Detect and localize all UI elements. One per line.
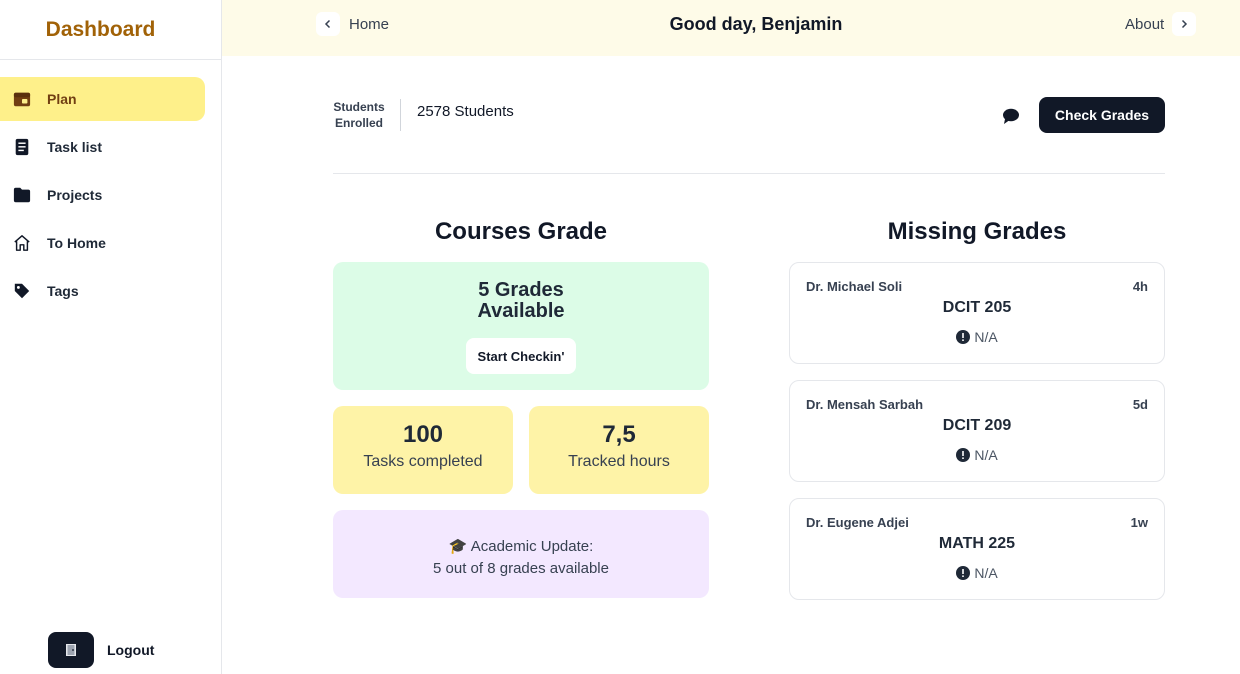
sidebar-item-label: Tags bbox=[47, 283, 79, 299]
logout-button[interactable]: Logout bbox=[48, 632, 154, 668]
alert-icon bbox=[956, 566, 971, 580]
folder-icon bbox=[12, 185, 32, 205]
enrolled-label: Students Enrolled bbox=[333, 100, 385, 130]
grades-available-card: 5 Grades Available Start Checkin' bbox=[333, 262, 709, 390]
course-code: MATH 225 bbox=[938, 535, 1016, 552]
academic-update-title: 🎓 Academic Update: bbox=[448, 538, 594, 555]
missing-grades-title: Missing Grades bbox=[887, 218, 1067, 245]
divider bbox=[333, 173, 1165, 174]
sidebar-item-plan[interactable]: Plan bbox=[0, 77, 205, 121]
enrolled-value: 2578 Students bbox=[417, 103, 514, 120]
greeting-title: Good day, Benjamin bbox=[669, 14, 843, 34]
sidebar-item-task-list[interactable]: Task list bbox=[0, 125, 205, 169]
divider bbox=[400, 99, 401, 131]
start-checkin-button[interactable]: Start Checkin' bbox=[466, 338, 576, 374]
sidebar-item-to-home[interactable]: To Home bbox=[0, 221, 205, 265]
sidebar: Dashboard Plan Task list Projects To Hom… bbox=[0, 0, 222, 674]
alert-icon bbox=[956, 448, 971, 462]
missing-grade-card[interactable]: Dr. Michael Soli 4h DCIT 205 N/A bbox=[789, 262, 1165, 364]
logout-label: Logout bbox=[107, 642, 155, 658]
tracked-hours-card: 7,5 Tracked hours bbox=[529, 406, 709, 494]
sidebar-item-label: Projects bbox=[47, 187, 103, 203]
about-label: About bbox=[1125, 15, 1165, 33]
courses-grade-title: Courses Grade bbox=[434, 218, 608, 245]
status-text: N/A bbox=[974, 447, 998, 463]
tag-icon bbox=[12, 281, 32, 301]
tasks-completed-card: 100 Tasks completed bbox=[333, 406, 513, 494]
stat-label: Tracked hours bbox=[568, 453, 670, 470]
grade-status: N/A bbox=[790, 329, 1164, 345]
lecturer-name: Dr. Mensah Sarbah bbox=[806, 397, 924, 412]
calendar-icon bbox=[12, 89, 32, 109]
status-text: N/A bbox=[974, 565, 998, 581]
time-ago: 5d bbox=[1132, 397, 1148, 412]
chevron-right-icon bbox=[1172, 12, 1197, 36]
sidebar-item-label: Plan bbox=[47, 91, 77, 107]
time-ago: 1w bbox=[1130, 515, 1148, 530]
time-ago: 4h bbox=[1132, 279, 1148, 294]
lecturer-name: Dr. Eugene Adjei bbox=[806, 515, 909, 530]
stat-value: 7,5 bbox=[602, 421, 636, 448]
course-code: DCIT 205 bbox=[942, 299, 1012, 316]
door-icon bbox=[48, 632, 94, 668]
academic-update-card: 🎓 Academic Update: 5 out of 8 grades ava… bbox=[333, 510, 709, 598]
topbar: Home Good day, Benjamin About bbox=[222, 0, 1240, 56]
course-code: DCIT 209 bbox=[942, 417, 1012, 434]
check-grades-button[interactable]: Check Grades bbox=[1039, 97, 1165, 133]
grade-status: N/A bbox=[790, 447, 1164, 463]
grades-available-text: 5 Grades Available bbox=[477, 279, 565, 322]
about-button[interactable]: About bbox=[1125, 12, 1197, 36]
brand: Dashboard bbox=[0, 0, 221, 60]
alert-icon bbox=[956, 330, 971, 344]
sidebar-item-label: Task list bbox=[47, 139, 102, 155]
sidebar-item-tags[interactable]: Tags bbox=[0, 269, 205, 313]
grade-status: N/A bbox=[790, 565, 1164, 581]
brand-title: Dashboard bbox=[45, 17, 156, 41]
chat-icon[interactable] bbox=[1001, 106, 1021, 126]
sidebar-nav: Plan Task list Projects To Home Tags bbox=[0, 60, 221, 313]
sidebar-item-label: To Home bbox=[47, 235, 106, 251]
sidebar-item-projects[interactable]: Projects bbox=[0, 173, 205, 217]
missing-grade-card[interactable]: Dr. Eugene Adjei 1w MATH 225 N/A bbox=[789, 498, 1165, 600]
home-icon bbox=[12, 233, 32, 253]
stat-value: 100 bbox=[402, 421, 444, 448]
document-icon bbox=[12, 137, 32, 157]
missing-grade-card[interactable]: Dr. Mensah Sarbah 5d DCIT 209 N/A bbox=[789, 380, 1165, 482]
stat-label: Tasks completed bbox=[363, 453, 483, 470]
academic-update-text: 5 out of 8 grades available bbox=[433, 560, 609, 577]
status-text: N/A bbox=[974, 329, 998, 345]
lecturer-name: Dr. Michael Soli bbox=[806, 279, 903, 294]
